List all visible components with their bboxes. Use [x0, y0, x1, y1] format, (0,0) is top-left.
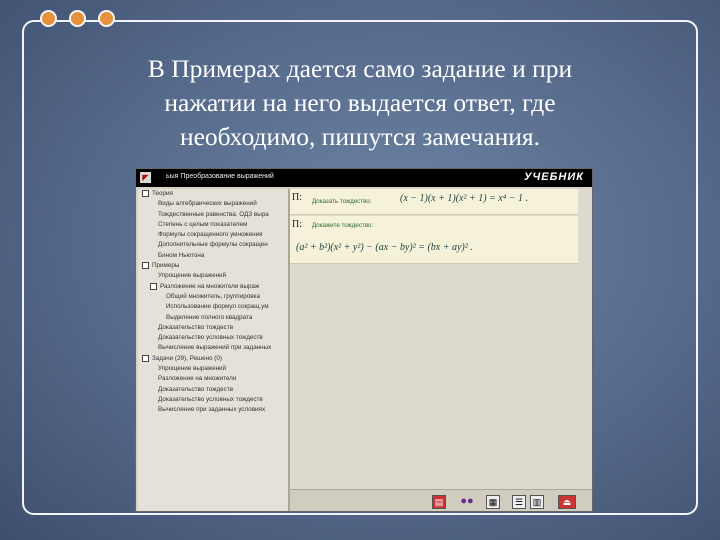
decoration-dot — [69, 10, 86, 27]
decoration-dot — [98, 10, 115, 27]
tree-item-label: Бином Ньютона — [158, 251, 205, 259]
tree-item-label: Теория — [152, 190, 173, 197]
slide-decoration-dots — [40, 10, 115, 27]
tree-item[interactable]: Доказательство тождеств — [138, 323, 288, 333]
tree-item[interactable]: Задачи (29), Решено (0) — [138, 354, 288, 364]
tree-item-label: Примеры — [152, 262, 180, 270]
slide-text-line-3: необходимо, пишутся замечания. — [179, 122, 541, 151]
example-marker: П: — [292, 192, 302, 203]
tree-item-label: Доказательство условных тождеств — [158, 334, 263, 342]
tree-item[interactable]: Теория — [138, 189, 288, 199]
tree-item-label: Дополнительные формулы сокращен — [158, 241, 268, 249]
app-titlebar: ◤ ьыя Преобразование выражений УЧЕБНИК — [136, 169, 592, 187]
chart-icon[interactable]: ▦ — [486, 495, 500, 509]
tree-item-label: Тождественные равенства. ОДЗ выра — [158, 210, 269, 218]
tree-item[interactable]: Дополнительные формулы сокращен — [138, 240, 288, 250]
tree-item[interactable]: Формулы сокращенного умножения — [138, 230, 288, 240]
tree-item[interactable]: Примеры — [138, 261, 288, 271]
tree-item[interactable]: Степень с целым показателем — [138, 220, 288, 230]
tree-item-label: Вычисление при заданных условиях — [158, 406, 266, 414]
tree-item-label: Упрощение выражений — [158, 365, 227, 373]
book-icon[interactable]: ▤ — [432, 495, 446, 509]
tree-item[interactable]: Разложение на множители — [138, 374, 288, 384]
tree-item-label: Разложение на множители — [158, 375, 237, 383]
tree-item[interactable]: Тождественные равенства. ОДЗ выра — [138, 210, 288, 220]
tree-expander-icon[interactable] — [150, 282, 157, 290]
example-label: Доказать тождество: — [312, 198, 372, 205]
tree-item[interactable]: Бином Ньютона — [138, 251, 288, 261]
tree-item[interactable]: Упрощение выражений — [138, 271, 288, 281]
tree-item-label: Использование формул сокращ.ум — [166, 303, 269, 311]
decoration-dot — [40, 10, 57, 27]
tree-item-label: Общий множитель, группировка — [166, 292, 260, 300]
app-screenshot: ◤ ьыя Преобразование выражений УЧЕБНИК Т… — [135, 168, 593, 512]
tree-item[interactable]: Вычисление при заданных условиях — [138, 405, 288, 415]
exit-icon[interactable]: ⏏ — [558, 495, 576, 509]
tree-item[interactable]: Доказательство условных тождеств — [138, 333, 288, 343]
link-icon[interactable]: ●● — [454, 495, 480, 509]
slide-text: В Примерах дается само задание и при наж… — [60, 52, 660, 154]
tree-item[interactable]: Вычисление выражений при заданных — [138, 343, 288, 353]
list-icon[interactable]: ☰ — [512, 495, 526, 509]
tree-expander-icon[interactable] — [142, 261, 149, 269]
example-marker: П: — [292, 219, 302, 230]
tree-item-label: Доказательство условных тождеств — [158, 395, 263, 403]
app-icon[interactable]: ◤ — [140, 172, 151, 183]
columns-icon[interactable]: ▥ — [530, 495, 544, 509]
example-label: Докажите тождество: — [312, 222, 374, 229]
tree-item[interactable]: Доказательство условных тождеств — [138, 395, 288, 405]
app-brand: УЧЕБНИК — [524, 171, 584, 183]
tree-item[interactable]: Виды алгебраических выражений — [138, 199, 288, 209]
tree-item-label: Вычисление выражений при заданных — [158, 344, 272, 352]
tree-item-label: Степень с целым показателем — [158, 220, 248, 228]
navigation-tree[interactable]: Теория Виды алгебраических выражений Тожде… — [138, 189, 290, 511]
example-formula: (a² + b²)(x² + y²) − (ax − by)² = (bx + … — [296, 242, 473, 253]
tree-item[interactable]: Разложение на множители выраж — [138, 282, 288, 292]
example-block[interactable]: П: Доказать тождество: (x − 1)(x + 1)(x²… — [290, 189, 578, 215]
slide-text-line-2: нажатии на него выдается ответ, где — [164, 88, 556, 117]
tree-item-label: Формулы сокращенного умножения — [158, 231, 263, 239]
tree-item[interactable]: Упрощение выражений — [138, 364, 288, 374]
tree-item[interactable]: Доказательство тождеств — [138, 385, 288, 395]
content-pane: П: Доказать тождество: (x − 1)(x + 1)(x²… — [290, 189, 592, 489]
tree-item-label: Выделение полного квадрата — [166, 313, 253, 321]
slide-text-line-1: В Примерах дается само задание и при — [147, 54, 573, 83]
example-block[interactable]: П: Докажите тождество: (a² + b²)(x² + y²… — [290, 216, 578, 264]
tree-item[interactable]: Выделение полного квадрата — [138, 313, 288, 323]
tree-item[interactable]: Использование формул сокращ.ум — [138, 302, 288, 312]
tree-item-label: Разложение на множители выраж — [160, 282, 260, 290]
tree-item[interactable]: Общий множитель, группировка — [138, 292, 288, 302]
app-title: ьыя Преобразование выражений — [166, 173, 274, 180]
tree-item-label: Виды алгебраических выражений — [158, 200, 257, 208]
tree-item-label: Задачи (29), Решено (0) — [152, 354, 222, 362]
tree-item-label: Упрощение выражений — [158, 272, 227, 280]
tree-expander-icon[interactable] — [142, 189, 149, 197]
tree-item-label: Доказательство тождеств — [158, 385, 234, 393]
example-formula: (x − 1)(x + 1)(x² + 1) = x⁴ − 1 . — [400, 193, 528, 204]
bottom-toolbar: ▤ ●● ▦ ☰ ▥ ⏏ — [290, 489, 592, 511]
tree-item-label: Доказательство тождеств — [158, 323, 234, 331]
tree-expander-icon[interactable] — [142, 354, 149, 362]
